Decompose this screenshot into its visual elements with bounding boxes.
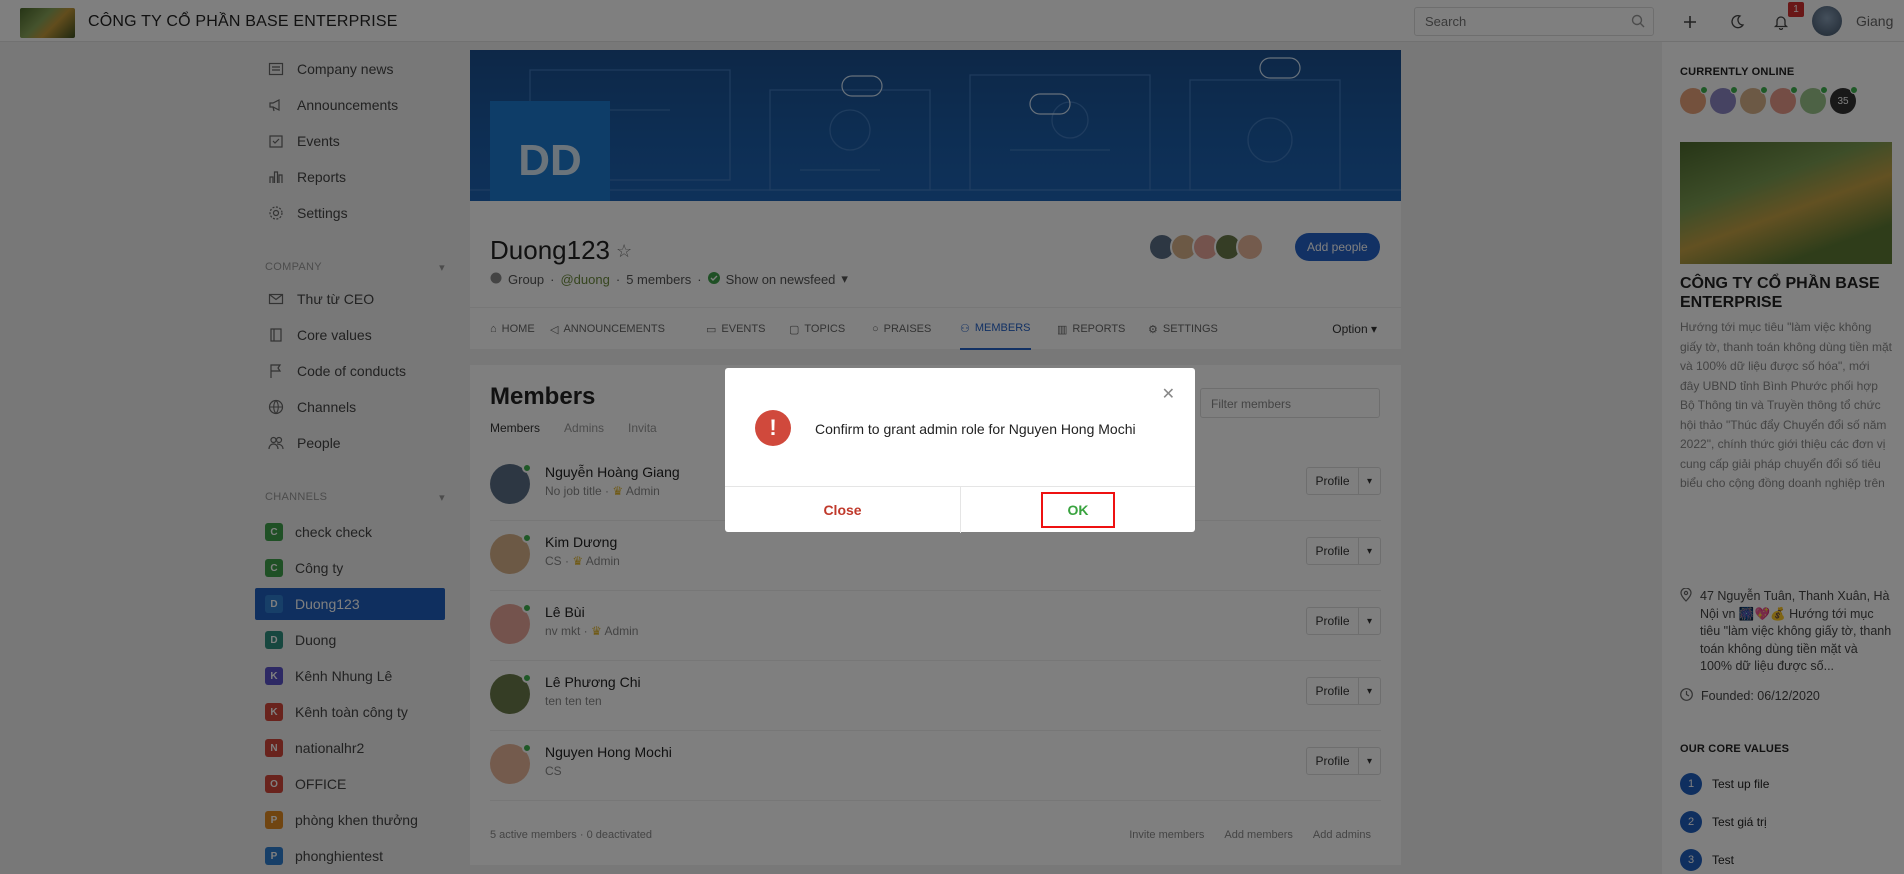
divider — [960, 487, 961, 533]
close-button[interactable]: Close — [725, 487, 960, 533]
dialog-footer: Close OK — [725, 486, 1195, 533]
ok-button[interactable]: OK — [1041, 492, 1115, 528]
exclamation-icon: ! — [755, 410, 791, 446]
confirm-dialog: ✕ ! Confirm to grant admin role for Nguy… — [725, 368, 1195, 533]
close-icon[interactable]: ✕ — [1162, 384, 1175, 404]
dialog-message: Confirm to grant admin role for Nguyen H… — [815, 421, 1136, 437]
